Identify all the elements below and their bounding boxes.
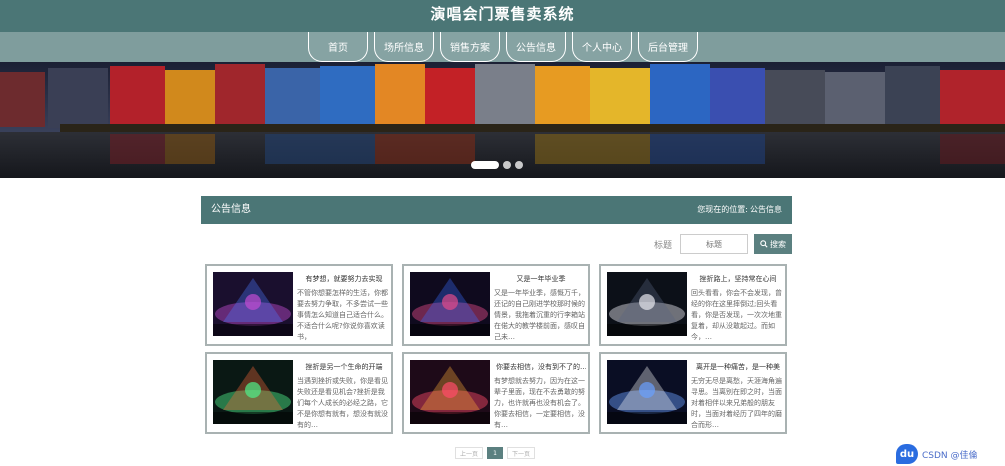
carousel-dot[interactable] xyxy=(503,161,511,169)
nav-item-notice[interactable]: 公告信息 xyxy=(506,32,566,62)
breadcrumb-prefix: 您现在的位置: xyxy=(697,205,748,214)
notice-excerpt: 又是一年毕业季，感慨万千，还记的自己刚进学校那时候的情景，我拖着沉重的行李箱站在… xyxy=(494,289,585,341)
carousel-dot[interactable] xyxy=(471,161,499,169)
notice-card[interactable]: 离开是一种痛苦，是一种美无穷无尽是离愁，天涯海角遍寻思。当离别在即之时，当面对着… xyxy=(599,352,787,434)
carousel-dot[interactable] xyxy=(515,161,523,169)
pagination: 上一页 1 下一页 xyxy=(455,447,535,459)
notice-thumbnail xyxy=(410,272,490,336)
nav-item-admin[interactable]: 后台管理 xyxy=(638,32,698,62)
nav-item-home[interactable]: 首页 xyxy=(308,32,368,62)
current-page-button[interactable]: 1 xyxy=(487,447,503,459)
notice-card[interactable]: 又是一年毕业季又是一年毕业季，感慨万千，还记的自己刚进学校那时候的情景，我拖着沉… xyxy=(402,264,590,346)
search-bar: 标题 搜索 xyxy=(654,234,793,254)
nav-item-venue[interactable]: 场所信息 xyxy=(374,32,434,62)
notice-excerpt: 不管你想要怎样的生活，你都要去努力争取，不多尝试一些事情怎么知道自己适合什么。不… xyxy=(297,289,388,341)
breadcrumb: 您现在的位置: 公告信息 xyxy=(697,196,782,224)
nav-item-profile[interactable]: 个人中心 xyxy=(572,32,632,62)
nav-items: 首页 场所信息 销售方案 公告信息 个人中心 后台管理 xyxy=(308,32,704,62)
next-page-button[interactable]: 下一页 xyxy=(507,447,535,459)
site-header: 演唱会门票售卖系统 xyxy=(0,0,1005,32)
section-title: 公告信息 xyxy=(211,204,251,215)
search-button-label: 搜索 xyxy=(770,239,787,249)
notice-thumbnail xyxy=(607,272,687,336)
title-search-input[interactable] xyxy=(680,234,749,254)
notice-thumbnail xyxy=(213,272,293,336)
search-icon xyxy=(760,240,768,248)
notice-card[interactable]: 有梦想，就要努力去实现不管你想要怎样的生活，你都要去努力争取，不多尝试一些事情怎… xyxy=(205,264,393,346)
section-header: 公告信息 您现在的位置: 公告信息 xyxy=(201,196,792,224)
prev-page-button[interactable]: 上一页 xyxy=(455,447,483,459)
notice-excerpt: 当遇到挫折或失败，你是看见失败还是看见机会?挫折是我们每个人成长的必经之路，它不… xyxy=(297,377,388,429)
notice-title[interactable]: 又是一年毕业季 xyxy=(496,274,586,284)
notice-thumbnail xyxy=(607,360,687,424)
notice-title[interactable]: 挫折是另一个生命的开端 xyxy=(299,362,389,372)
breadcrumb-current[interactable]: 公告信息 xyxy=(750,196,782,224)
notice-title[interactable]: 有梦想，就要努力去实现 xyxy=(299,274,389,284)
site-title: 演唱会门票售卖系统 xyxy=(430,5,575,23)
notice-thumbnail xyxy=(410,360,490,424)
baidu-logo-icon: du xyxy=(896,444,918,464)
notice-excerpt: 无穷无尽是离愁，天涯海角遍寻思。当离别在即之时，当面对着相伴以来兄弟般的朋友时，… xyxy=(691,377,782,429)
notice-excerpt: 有梦想就去努力，因为在这一辈子里面，现在不去勇敢的努力，也许就再也没有机会了。你… xyxy=(494,377,585,429)
notice-thumbnail xyxy=(213,360,293,424)
carousel-dots xyxy=(471,161,523,169)
watermark: du CSDN @佳倫 xyxy=(896,444,978,464)
notice-card[interactable]: 挫折路上，坚持常在心间回头看看，你会不会发现，曾经的你在这里摔倒过;回头看看，你… xyxy=(599,264,787,346)
notice-card[interactable]: 你要去相信，没有到不了的… 有梦想就去努力，因为在这一辈子里面，现在不去勇敢的努力… xyxy=(402,352,590,434)
notice-excerpt: 回头看看，你会不会发现，曾经的你在这里摔倒过;回头看看，你是否发现，一次次地重复… xyxy=(691,289,782,341)
notice-card[interactable]: 挫折是另一个生命的开端当遇到挫折或失败，你是看见失败还是看见机会?挫折是我们每个… xyxy=(205,352,393,434)
search-label: 标题 xyxy=(654,240,673,251)
notice-title[interactable]: 挫折路上，坚持常在心间 xyxy=(693,274,783,284)
notice-title[interactable]: 你要去相信，没有到不了的… xyxy=(496,362,586,372)
search-button[interactable]: 搜索 xyxy=(754,234,793,254)
watermark-text: CSDN @佳倫 xyxy=(922,450,978,461)
main-nav: 首页 场所信息 销售方案 公告信息 个人中心 后台管理 xyxy=(0,32,1005,62)
nav-item-sales[interactable]: 销售方案 xyxy=(440,32,500,62)
notice-title[interactable]: 离开是一种痛苦，是一种美 xyxy=(693,362,783,372)
